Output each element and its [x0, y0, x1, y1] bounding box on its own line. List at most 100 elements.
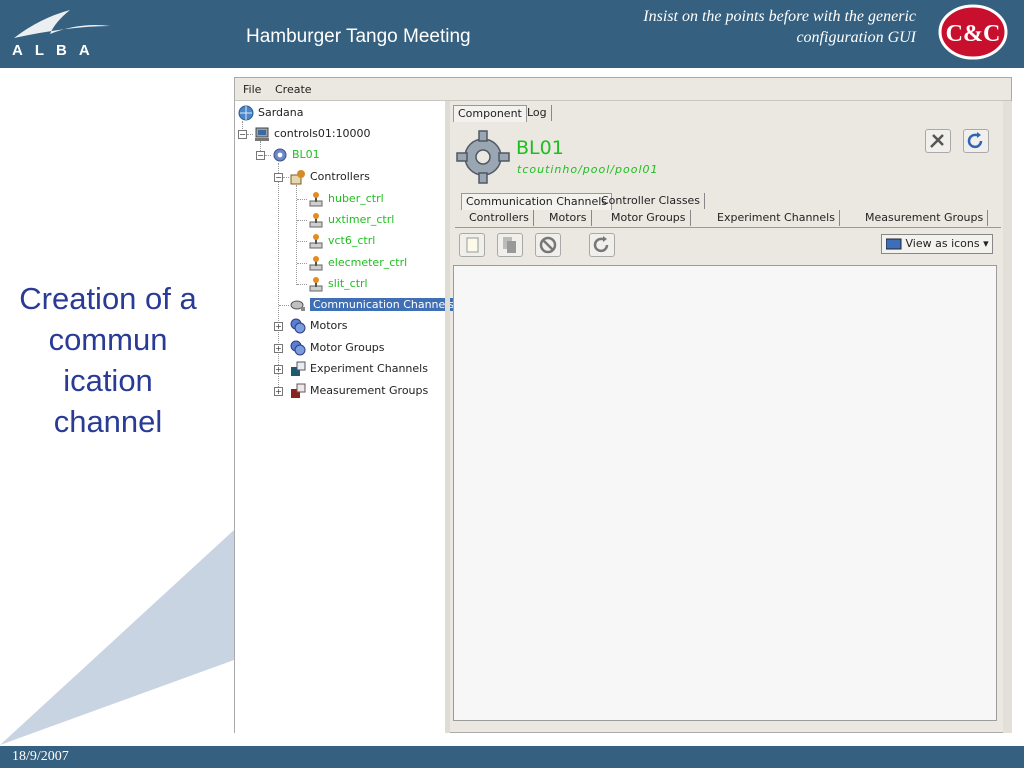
tree-node-pool[interactable]: BL01 [271, 146, 320, 164]
slide-footer: 18/9/2007 [0, 746, 1024, 768]
expander-icon[interactable]: − [274, 173, 283, 182]
refresh-icon [967, 132, 983, 149]
channels-list-area[interactable] [453, 265, 997, 721]
refresh-component-button[interactable] [963, 129, 989, 153]
tree-node-sardana[interactable]: Sardana [237, 104, 304, 122]
tab-communication-channels[interactable]: Communication Channels [461, 193, 613, 210]
tree-label: elecmeter_ctrl [328, 256, 408, 269]
tree-label: BL01 [292, 148, 320, 161]
joystick-icon [309, 256, 323, 271]
chevron-down-icon: ▾ [983, 237, 989, 250]
decorative-beam [0, 530, 234, 745]
tree-label: Measurement Groups [310, 384, 429, 397]
component-name: BL01 [516, 137, 564, 159]
configure-tools-button[interactable] [925, 129, 951, 153]
expander-icon[interactable]: − [256, 151, 265, 160]
tree-node-slit-ctrl[interactable]: slit_ctrl [307, 275, 368, 293]
config-gui-window: File Create Sardana − controls01:10000 −… [234, 77, 1012, 733]
object-tabs-row-bottom: Controllers Motors Motor Groups Experime… [455, 210, 1001, 228]
cc-logo: C&C [938, 4, 1008, 60]
tree-label: Sardana [258, 106, 304, 119]
joystick-icon [309, 277, 323, 292]
gear-icon [273, 148, 287, 162]
new-button[interactable] [459, 233, 485, 257]
component-panel: Component Log BL01 tcoutinho/pool/pool01… [451, 101, 1003, 721]
delete-button[interactable] [535, 233, 561, 257]
tree-node-server[interactable]: controls01:10000 [253, 125, 371, 143]
tree-node-motors[interactable]: Motors [289, 317, 348, 335]
tree-label: Experiment Channels [310, 362, 428, 375]
menu-bar: File Create [235, 78, 1011, 101]
refresh-list-button[interactable] [589, 233, 615, 257]
joystick-icon [309, 234, 323, 249]
tab-log[interactable]: Log [523, 105, 552, 121]
tree-node-huber-ctrl[interactable]: huber_ctrl [307, 190, 384, 208]
cable-plug-icon [290, 300, 305, 311]
tree-node-experiment-channels[interactable]: Experiment Channels [289, 360, 428, 378]
tree-node-communication-channels[interactable]: Communication Channels [289, 296, 458, 314]
motor-icon [290, 318, 306, 334]
experiment-channel-icon [291, 361, 306, 376]
tree-node-motor-groups[interactable]: Motor Groups [289, 339, 385, 357]
view-mode-label: View as icons [905, 237, 980, 250]
joystick-icon [309, 192, 323, 207]
tree-label: controls01:10000 [274, 127, 371, 140]
subtitle-line-1: Insist on the points before with the gen… [643, 8, 916, 25]
tab-controllers[interactable]: Controllers [465, 210, 534, 226]
tab-component[interactable]: Component [453, 105, 527, 122]
expander-icon[interactable]: + [274, 365, 283, 374]
expander-icon[interactable]: + [274, 387, 283, 396]
tools-icon [930, 134, 944, 148]
component-path: tcoutinho/pool/pool01 [517, 163, 659, 176]
motor-group-icon [290, 340, 306, 356]
tree-node-elecmeter-ctrl[interactable]: elecmeter_ctrl [307, 254, 407, 272]
tree-label: huber_ctrl [328, 192, 384, 205]
component-tabs: Component Log [453, 105, 1003, 122]
slide-date: 18/9/2007 [12, 749, 69, 764]
expander-icon[interactable]: + [274, 322, 283, 331]
alba-logo: ALBA [10, 8, 125, 60]
vertical-scrollbar[interactable] [1003, 101, 1012, 733]
pane-splitter[interactable] [445, 101, 450, 733]
new-document-icon [466, 237, 479, 253]
tree-label: Motor Groups [310, 341, 385, 354]
tab-motors[interactable]: Motors [545, 210, 592, 226]
tab-measurement-groups[interactable]: Measurement Groups [861, 210, 989, 226]
object-tabs-row-top: Communication Channels Controller Classe… [461, 193, 1001, 210]
tab-experiment-channels[interactable]: Experiment Channels [713, 210, 840, 226]
view-icons-icon [885, 238, 902, 250]
computer-icon [255, 127, 269, 141]
globe-icon [238, 105, 254, 121]
controllers-icon [290, 170, 305, 185]
view-mode-dropdown[interactable]: View as icons ▾ [881, 234, 993, 254]
tree-label: Motors [310, 319, 348, 332]
menu-create[interactable]: Create [275, 83, 312, 96]
pool-gear-icon [456, 130, 510, 184]
tree-label-selected: Communication Channels [310, 298, 458, 311]
joystick-icon [309, 213, 323, 228]
tree-node-measurement-groups[interactable]: Measurement Groups [289, 382, 428, 400]
slide-header: ALBA Hamburger Tango Meeting Insist on t… [0, 0, 1024, 68]
refresh-icon [593, 236, 609, 253]
expander-icon[interactable]: − [238, 130, 247, 139]
slide-subtitle: Insist on the points before with the gen… [596, 6, 916, 48]
menu-file[interactable]: File [243, 83, 261, 96]
slide-caption: Creation of a commun ication channel [19, 281, 197, 439]
tree-label: uxtimer_ctrl [328, 213, 395, 226]
tree-node-controllers[interactable]: Controllers [289, 168, 370, 186]
tab-controller-classes[interactable]: Controller Classes [597, 193, 706, 209]
cc-logo-text: C&C [946, 21, 1001, 47]
meeting-title: Hamburger Tango Meeting [246, 26, 471, 47]
tree-node-vct6-ctrl[interactable]: vct6_ctrl [307, 232, 375, 250]
tree-label: slit_ctrl [328, 277, 368, 290]
tab-motor-groups[interactable]: Motor Groups [607, 210, 691, 226]
copy-button[interactable] [497, 233, 523, 257]
copy-icon [503, 237, 516, 253]
tree-node-uxtimer-ctrl[interactable]: uxtimer_ctrl [307, 211, 394, 229]
expander-icon[interactable]: + [274, 344, 283, 353]
tree-label: vct6_ctrl [328, 234, 376, 247]
alba-logo-text: ALBA [12, 42, 102, 59]
measurement-group-icon [291, 383, 306, 398]
tree-label: Controllers [310, 170, 370, 183]
subtitle-line-2: configuration GUI [796, 29, 916, 46]
